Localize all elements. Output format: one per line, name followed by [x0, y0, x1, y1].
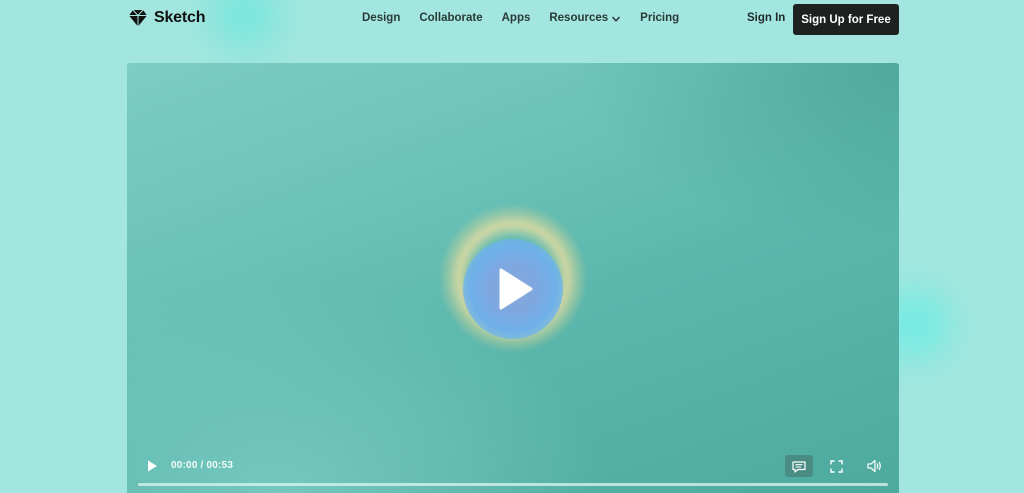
nav-item-label: Apps [501, 12, 531, 24]
main-nav: Design Collaborate Apps Resources Pricin… [362, 12, 679, 24]
captions-button[interactable] [785, 455, 813, 477]
nav-item-label: Collaborate [419, 12, 483, 24]
site-header: Sketch Design Collaborate Apps Resources… [0, 0, 1024, 40]
sign-up-button[interactable]: Sign Up for Free [793, 4, 899, 35]
video-controls: 00:00 / 00:53 [127, 433, 899, 493]
chevron-down-icon [611, 14, 621, 24]
big-play-button[interactable] [463, 239, 563, 339]
sign-in-link[interactable]: Sign In [747, 12, 785, 24]
nav-item-label: Design [362, 12, 401, 24]
play-icon[interactable] [145, 459, 159, 473]
nav-item-label: Pricing [640, 12, 680, 24]
nav-item-resources[interactable]: Resources [549, 12, 621, 24]
diamond-icon [128, 8, 148, 28]
nav-item-apps[interactable]: Apps [502, 12, 531, 24]
captions-icon [792, 460, 806, 473]
volume-icon[interactable] [867, 459, 882, 473]
nav-item-design[interactable]: Design [362, 12, 400, 24]
nav-item-pricing[interactable]: Pricing [640, 12, 679, 24]
brand-name: Sketch [154, 9, 206, 26]
video-player[interactable]: 00:00 / 00:53 [127, 63, 899, 493]
fullscreen-icon[interactable] [830, 460, 843, 473]
nav-item-collaborate[interactable]: Collaborate [419, 12, 482, 24]
video-progress-bar[interactable] [138, 483, 888, 486]
sketch-logo-link[interactable]: Sketch [128, 8, 205, 28]
video-time: 00:00 / 00:53 [171, 460, 234, 471]
nav-item-label: Resources [549, 12, 609, 24]
play-icon [499, 268, 533, 310]
